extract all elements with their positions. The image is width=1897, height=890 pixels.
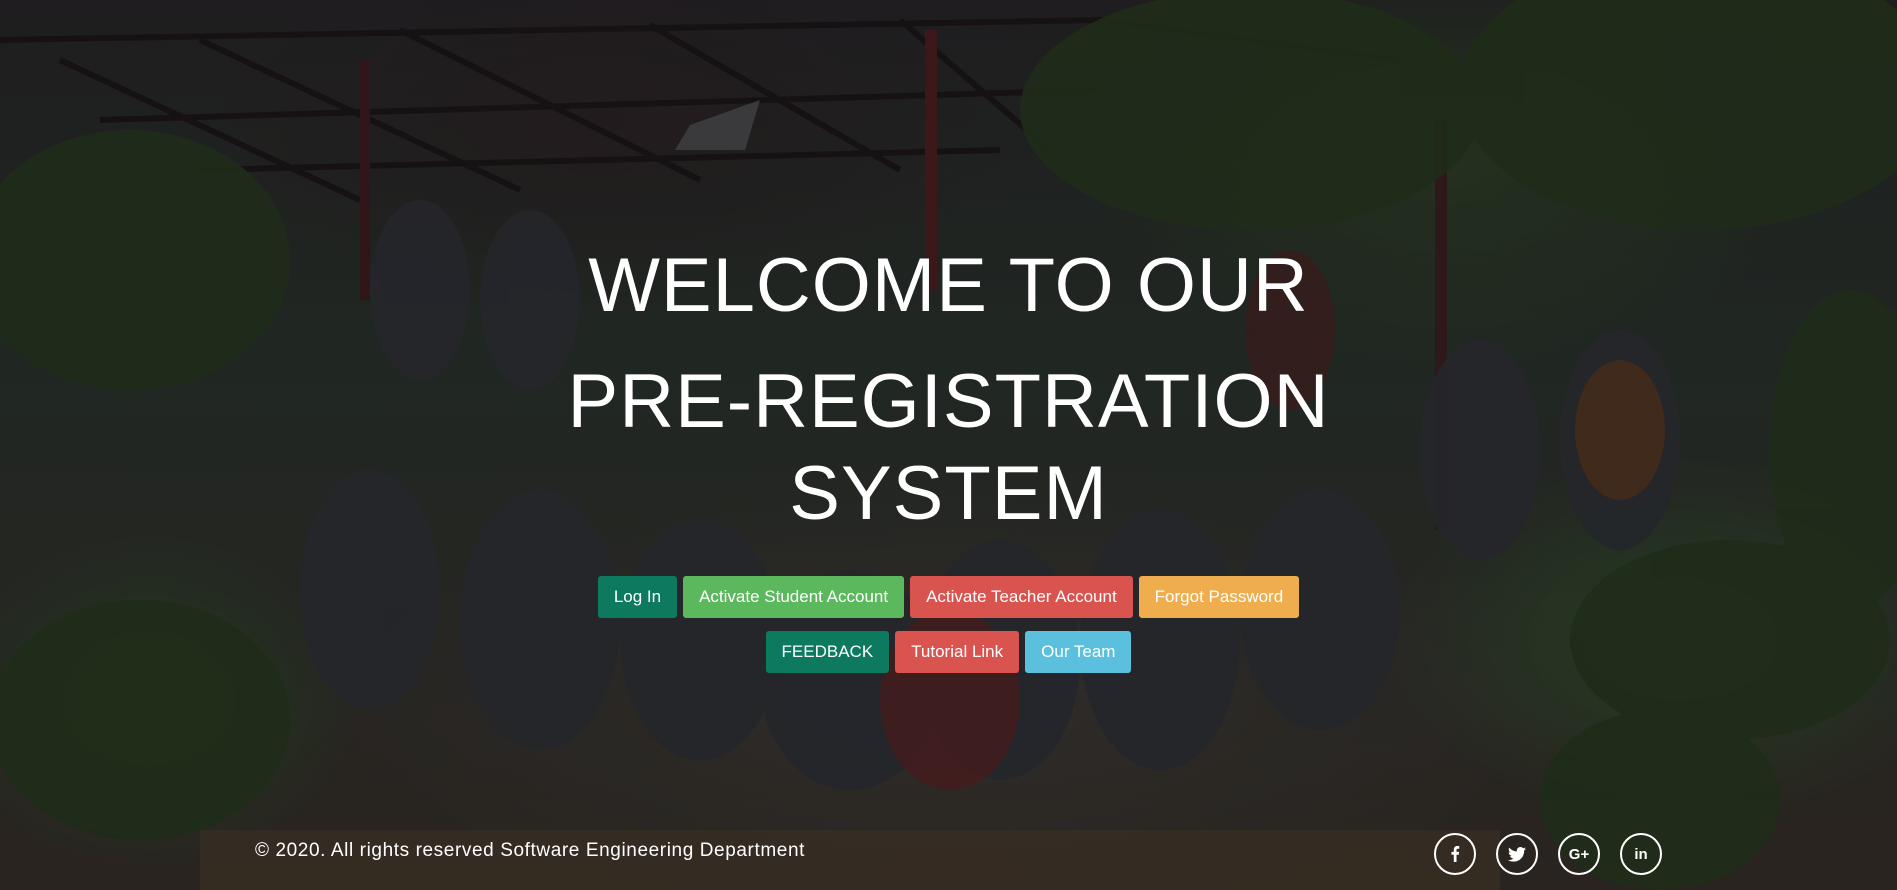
feedback-button[interactable]: FEEDBACK (765, 631, 890, 673)
twitter-icon (1508, 846, 1526, 862)
copyright-text: © 2020. All rights reserved Software Eng… (255, 840, 806, 861)
social-links: G+ in (1434, 833, 1662, 875)
login-button[interactable]: Log In (597, 576, 678, 618)
google-plus-icon: G+ (1568, 845, 1590, 863)
activate-teacher-account-button[interactable]: Activate Teacher Account (910, 576, 1133, 618)
system-title-line2: SYSTEM (789, 451, 1108, 536)
secondary-actions: FEEDBACK Tutorial Link Our Team (0, 631, 1897, 673)
primary-actions: Log In Activate Student Account Activate… (0, 576, 1897, 618)
activate-student-account-button[interactable]: Activate Student Account (683, 576, 905, 618)
hero-section: WELCOME TO OUR PRE-REGISTRATION SYSTEM L… (0, 240, 1897, 673)
tutorial-link-button[interactable]: Tutorial Link (895, 631, 1020, 673)
facebook-icon (1451, 846, 1460, 862)
facebook-link[interactable] (1434, 833, 1476, 875)
google-plus-link[interactable]: G+ (1558, 833, 1600, 875)
our-team-button[interactable]: Our Team (1025, 631, 1132, 673)
twitter-link[interactable] (1496, 833, 1538, 875)
welcome-heading: WELCOME TO OUR (588, 243, 1309, 328)
linkedin-link[interactable]: in (1620, 833, 1662, 875)
system-title-line1: PRE-REGISTRATION (567, 359, 1330, 444)
linkedin-icon: in (1634, 845, 1648, 863)
forgot-password-button[interactable]: Forgot Password (1138, 576, 1300, 618)
